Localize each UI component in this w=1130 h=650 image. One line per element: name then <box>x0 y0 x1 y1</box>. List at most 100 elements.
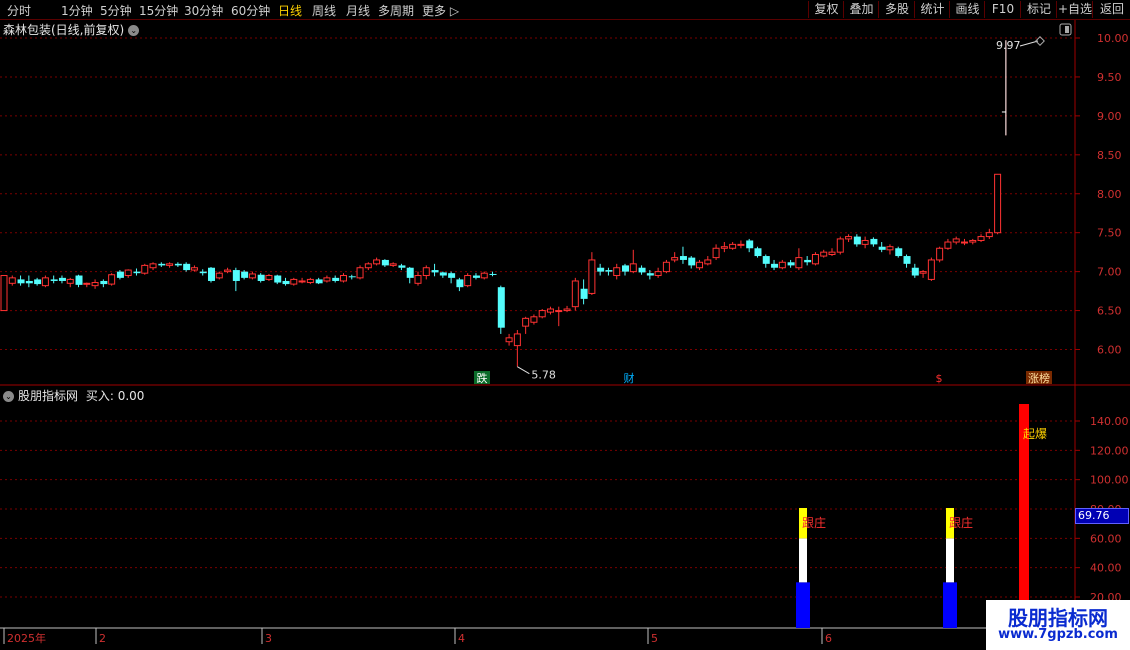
event-marker-label: 涨榜 <box>1028 371 1050 385</box>
candle-body <box>878 246 886 250</box>
panel-toggle-icon <box>1065 26 1069 33</box>
candle-body <box>638 267 646 273</box>
candle-body <box>364 263 372 269</box>
candle-body <box>215 272 223 279</box>
candle-body <box>919 271 927 274</box>
price-tick-label: 9.00 <box>1097 110 1122 123</box>
candle-body <box>571 280 579 308</box>
candle-body <box>903 256 911 264</box>
candle-body <box>497 287 505 328</box>
candle-body <box>298 280 306 283</box>
candle-body <box>34 279 42 285</box>
high-pointer <box>1019 40 1039 47</box>
candle-body <box>546 308 554 313</box>
candle-body <box>513 333 521 347</box>
candle-body <box>662 261 670 273</box>
candle-body <box>861 239 869 245</box>
low-price-label: 5.78 <box>531 369 556 382</box>
price-tick-label: 8.00 <box>1097 188 1122 201</box>
watermark-url: www.7gpzb.com <box>998 627 1118 642</box>
indicator-tick-label: 120.00 <box>1090 444 1129 457</box>
signal-bar-1-blue <box>796 582 810 628</box>
candle-body <box>555 310 563 313</box>
time-tick-label: 3 <box>265 632 272 645</box>
candle-body <box>199 271 207 274</box>
time-tick-label: 4 <box>458 632 465 645</box>
candle-body <box>994 173 1002 234</box>
candle-body <box>936 247 944 261</box>
candle-body <box>133 271 141 274</box>
candle-body <box>688 257 696 266</box>
candle-body <box>208 267 215 281</box>
candle-body <box>771 263 779 268</box>
candle-body <box>828 251 836 255</box>
candle-body <box>480 272 488 279</box>
time-tick-label: 5 <box>651 632 658 645</box>
candle-body <box>804 259 812 263</box>
candle-body <box>787 262 795 266</box>
candle-body <box>671 257 679 261</box>
candle-body <box>431 270 439 273</box>
candle-body <box>729 243 737 249</box>
candle-body <box>580 288 588 299</box>
candle-body <box>597 267 605 272</box>
candle-body <box>778 261 786 269</box>
price-tick-label: 8.50 <box>1097 149 1122 162</box>
candle-body <box>166 263 174 266</box>
indicator-tick-label: 40.00 <box>1090 562 1122 575</box>
candle-body <box>0 275 8 312</box>
candle-body <box>265 275 273 280</box>
stock-chart[interactable]: 10.00 9.50 9.00 8.50 8.00 7.50 7.00 6.50 6.00 9.9… <box>0 0 1130 650</box>
candle-body <box>754 248 762 257</box>
candle-body <box>704 259 712 265</box>
candle-body <box>149 263 157 269</box>
candle-body <box>174 263 182 266</box>
signal-label-1: 跟庄 <box>802 515 826 530</box>
candle-body <box>613 267 621 277</box>
candle-body <box>398 265 406 268</box>
candle-body <box>389 263 397 266</box>
candle-body <box>282 280 290 285</box>
candle-body <box>17 279 25 284</box>
price-tick-label: 6.50 <box>1097 305 1122 318</box>
candle-body <box>622 265 629 272</box>
candle-body <box>588 259 596 294</box>
candle-body <box>472 275 480 278</box>
candle-body <box>306 278 314 284</box>
candle-body <box>158 263 166 266</box>
candle-body <box>629 263 637 273</box>
candle-body <box>538 310 546 318</box>
candle-body <box>927 259 935 280</box>
candle-body <box>50 279 58 281</box>
candle-body <box>522 317 530 327</box>
candle-body <box>464 275 472 287</box>
candle-body <box>190 267 198 271</box>
candle-body <box>977 236 985 241</box>
candle-body <box>870 238 878 245</box>
time-tick-label: 2025年 <box>7 631 46 645</box>
candle-body <box>489 273 497 275</box>
high-price-label: 9.97 <box>996 39 1021 52</box>
candle-body <box>720 246 728 249</box>
price-tick-label: 10.00 <box>1097 32 1129 45</box>
event-marker-label: 跌 <box>477 371 488 385</box>
signal-bar-2-blue <box>943 582 957 628</box>
candle-body <box>530 316 538 323</box>
indicator-current-value: 69.76 <box>1075 508 1129 524</box>
indicator-tick-label: 60.00 <box>1090 532 1122 545</box>
candle-body <box>141 264 149 274</box>
indicator-tick-label: 100.00 <box>1090 474 1129 487</box>
candle-body <box>696 261 704 269</box>
candle-body <box>257 274 265 281</box>
candle-body <box>183 263 191 271</box>
time-tick-label: 6 <box>825 632 832 645</box>
low-pointer <box>517 366 530 375</box>
candle-body <box>356 267 364 279</box>
candle-body <box>25 280 33 284</box>
candle-body <box>563 308 571 312</box>
candle-body <box>422 267 430 277</box>
candle-body <box>969 239 977 243</box>
price-tick-label: 7.00 <box>1097 266 1122 279</box>
candle-body <box>836 238 844 253</box>
candle-body <box>8 277 16 284</box>
